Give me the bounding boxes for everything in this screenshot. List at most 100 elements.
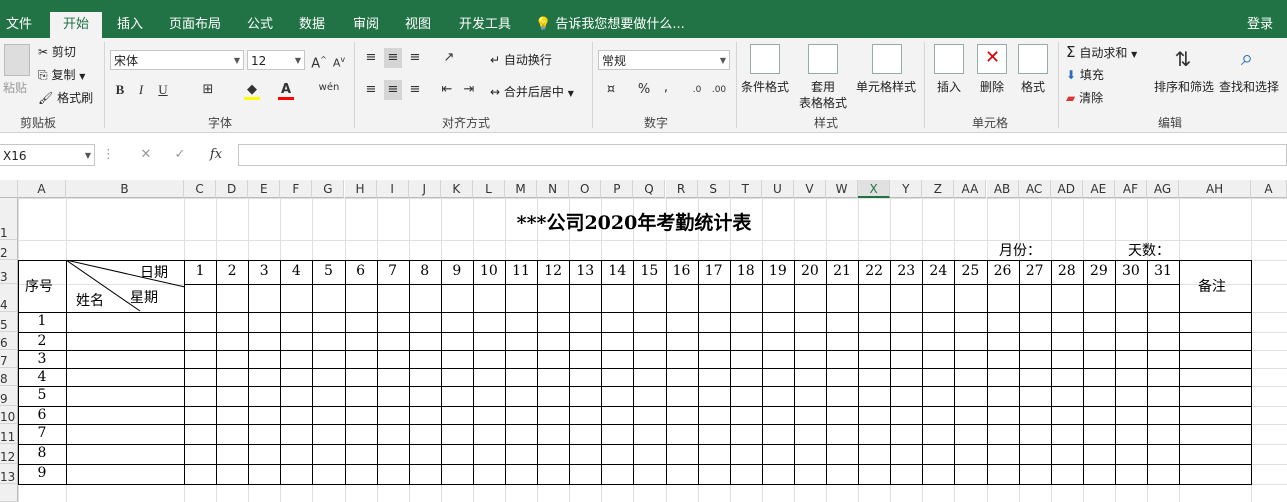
fill-color-icon[interactable]: ◆ (244, 80, 260, 100)
column-header[interactable]: A (1251, 180, 1287, 198)
cut-button[interactable]: ✂ 剪切 (38, 43, 76, 60)
tab-page-layout[interactable]: 页面布局 (162, 12, 228, 38)
tab-view[interactable]: 视图 (398, 12, 438, 38)
font-color-icon[interactable]: A (278, 80, 294, 100)
font-size-dropdown[interactable]: 12 ▼ (247, 50, 305, 70)
sort-filter-button[interactable]: 排序和筛选 (1152, 78, 1216, 95)
tell-me-box[interactable]: 💡 告诉我您想要做什么... (535, 12, 685, 38)
day-number[interactable]: 12 (537, 263, 569, 279)
wrap-text-button[interactable]: ↵ 自动换行 (490, 51, 552, 68)
align-middle-icon[interactable]: ≡ (384, 48, 402, 68)
underline-button[interactable]: U (155, 80, 171, 100)
column-header[interactable]: A (18, 180, 66, 198)
conditional-format-icon[interactable] (750, 44, 780, 74)
cancel-icon[interactable]: ✕ (136, 145, 156, 165)
row-header[interactable]: 5 (0, 312, 18, 332)
column-header[interactable]: P (601, 180, 634, 198)
paste-icon[interactable] (4, 44, 30, 76)
column-header[interactable]: N (537, 180, 570, 198)
column-header[interactable]: K (440, 180, 473, 198)
row-header[interactable]: 12 (0, 444, 18, 464)
day-number[interactable]: 4 (280, 263, 312, 279)
delete-cells-icon[interactable]: ✕ (977, 44, 1007, 74)
row-header[interactable]: 6 (0, 332, 18, 350)
column-header[interactable]: C (184, 180, 217, 198)
day-number[interactable]: 9 (441, 263, 473, 279)
column-header[interactable]: AF (1114, 180, 1147, 198)
tab-review[interactable]: 审阅 (346, 12, 386, 38)
tab-insert[interactable]: 插入 (110, 12, 150, 38)
row-header[interactable]: 9 (0, 386, 18, 406)
row-header[interactable]: 13 (0, 464, 18, 484)
row-header[interactable]: 7 (0, 350, 18, 368)
day-number[interactable]: 10 (473, 263, 505, 279)
column-header[interactable]: G (312, 180, 345, 198)
row-serial[interactable]: 3 (18, 351, 66, 367)
align-bottom-icon[interactable]: ≡ (406, 48, 424, 68)
conditional-format-button[interactable]: 条件格式 (740, 78, 790, 95)
login-button[interactable]: 登录 (1247, 12, 1273, 38)
autosum-button[interactable]: Σ 自动求和 ▼ (1066, 43, 1137, 61)
row-header[interactable]: 1 (0, 198, 18, 240)
row-header[interactable]: 8 (0, 368, 18, 386)
seq-header[interactable]: 序号 (25, 276, 53, 296)
day-number[interactable]: 24 (922, 263, 954, 279)
column-header[interactable]: AA (954, 180, 987, 198)
column-header[interactable]: H (344, 180, 377, 198)
format-painter-button[interactable]: 🖌 格式刷 (38, 89, 93, 106)
column-header[interactable]: R (665, 180, 698, 198)
day-number[interactable]: 5 (312, 263, 344, 279)
worksheet-grid[interactable]: A B C D E F G H I J K L M N O P Q R S T U V W X Y Z AA AB AC AD AE AF AG… (0, 180, 1287, 502)
day-number[interactable]: 15 (633, 263, 665, 279)
row-serial[interactable]: 1 (18, 313, 66, 329)
row-header[interactable]: 4 (0, 284, 18, 312)
day-number[interactable]: 1 (184, 263, 216, 279)
day-number[interactable]: 11 (505, 263, 537, 279)
font-name-dropdown[interactable]: 宋体 ▼ (110, 50, 244, 70)
format-cells-button[interactable]: 格式 (1013, 78, 1053, 95)
column-header[interactable]: M (505, 180, 538, 198)
fill-button[interactable]: ⬇ 填充 (1066, 66, 1104, 83)
merge-center-button[interactable]: ↔ 合并后居中 ▼ (490, 83, 574, 100)
decrease-font-icon[interactable]: Av (330, 50, 348, 74)
column-header[interactable]: T (729, 180, 762, 198)
align-left-icon[interactable]: ≡ (362, 80, 380, 100)
column-header[interactable]: AB (986, 180, 1019, 198)
day-number[interactable]: 14 (601, 263, 633, 279)
day-number[interactable]: 25 (954, 263, 986, 279)
sort-filter-icon[interactable]: ⇅ (1168, 44, 1198, 74)
increase-font-icon[interactable]: A^ (310, 50, 328, 74)
row-serial[interactable]: 5 (18, 387, 66, 403)
number-format-dropdown[interactable]: 常规 ▼ (598, 50, 730, 70)
column-header[interactable]: AD (1050, 180, 1083, 198)
day-number[interactable]: 23 (890, 263, 922, 279)
column-header[interactable]: Y (890, 180, 923, 198)
column-header[interactable]: I (376, 180, 409, 198)
day-number[interactable]: 17 (698, 263, 730, 279)
borders-icon[interactable]: ⊞ (200, 80, 216, 100)
day-number[interactable]: 22 (858, 263, 890, 279)
increase-indent-icon[interactable]: ⇥ (460, 80, 478, 100)
row-serial[interactable]: 9 (18, 465, 66, 481)
column-header[interactable]: AE (1082, 180, 1115, 198)
decrease-decimal-icon[interactable]: .00 (710, 80, 728, 100)
insert-cells-button[interactable]: 插入 (929, 78, 969, 95)
row-header[interactable]: 3 (0, 260, 18, 284)
increase-decimal-icon[interactable]: .0 (688, 80, 706, 100)
column-header[interactable]: AG (1147, 180, 1180, 198)
day-number[interactable]: 6 (345, 263, 377, 279)
day-number[interactable]: 27 (1019, 263, 1051, 279)
column-header[interactable]: E (248, 180, 281, 198)
cell-styles-icon[interactable] (872, 44, 902, 74)
insert-cells-icon[interactable] (934, 44, 964, 74)
paste-button[interactable]: 粘贴 (3, 79, 27, 96)
day-number[interactable]: 31 (1147, 263, 1179, 279)
name-box[interactable]: X16 ▼ (0, 144, 95, 166)
format-as-table-button-b[interactable]: 表格格式 (793, 94, 853, 111)
row-header[interactable]: 2 (0, 240, 18, 260)
row-serial[interactable]: 6 (18, 407, 66, 423)
day-number[interactable]: 18 (730, 263, 762, 279)
row-header[interactable] (0, 484, 18, 502)
bold-button[interactable]: B (112, 80, 128, 100)
column-header[interactable]: F (280, 180, 313, 198)
